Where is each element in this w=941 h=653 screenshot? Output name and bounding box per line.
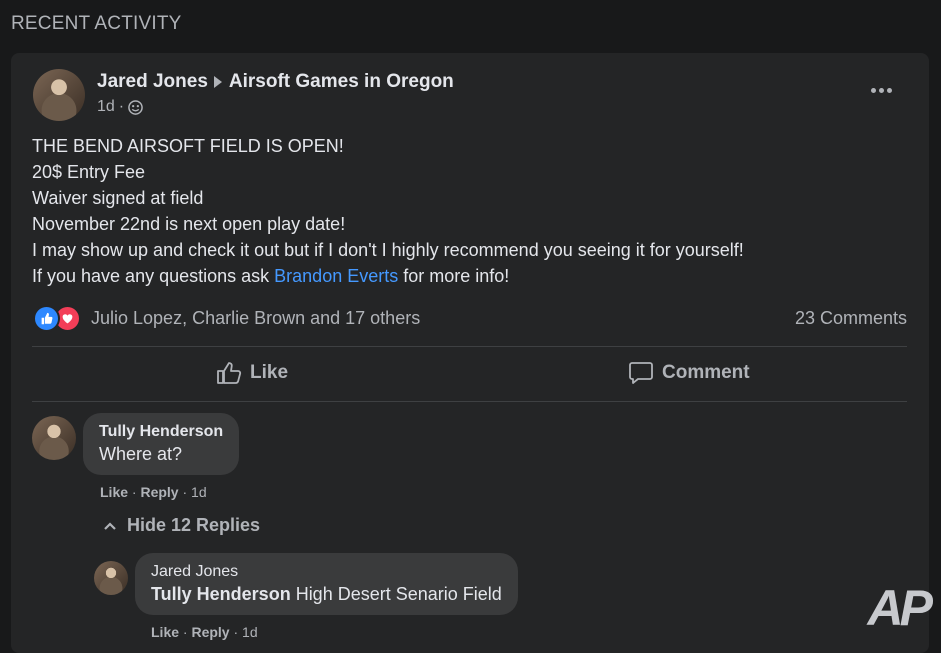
- comment-actions: Like · Reply · 1d: [100, 484, 207, 500]
- meta-separator: ·: [118, 98, 125, 115]
- reply-like-link[interactable]: Like: [151, 624, 179, 640]
- comments-count[interactable]: 23 Comments: [795, 308, 907, 329]
- reactions-names[interactable]: Julio Lopez, Charlie Brown and 17 others: [91, 308, 420, 329]
- mention-link[interactable]: Brandon Everts: [274, 266, 398, 286]
- more-options-icon[interactable]: [871, 85, 895, 95]
- post-line: I may show up and check it out but if I …: [32, 240, 744, 260]
- post-card: Jared Jones Airsoft Games in Oregon 1d · …: [11, 53, 929, 653]
- reply-time[interactable]: 1d: [242, 624, 258, 640]
- replier-avatar[interactable]: [94, 561, 128, 595]
- comment-icon: [629, 362, 653, 384]
- section-title: RECENT ACTIVITY: [11, 13, 182, 34]
- post-line-prefix: If you have any questions ask: [32, 266, 275, 286]
- post-header: Jared Jones Airsoft Games in Oregon: [97, 71, 454, 93]
- comment-like-link[interactable]: Like: [100, 484, 128, 500]
- reply-text: Tully Henderson High Desert Senario Fiel…: [151, 584, 502, 605]
- hide-replies-toggle[interactable]: Hide 12 Replies: [103, 515, 260, 536]
- watermark-logo: AP: [867, 580, 933, 636]
- author-avatar[interactable]: [33, 69, 85, 121]
- post-line: THE BEND AIRSOFT FIELD IS OPEN!: [32, 136, 344, 156]
- comment-text: Where at?: [99, 444, 183, 464]
- chevron-up-icon: [104, 521, 116, 530]
- divider: [32, 346, 907, 347]
- post-line: Waiver signed at field: [32, 188, 204, 208]
- thumbs-up-icon: [217, 362, 242, 384]
- globe-icon: [128, 99, 143, 115]
- divider: [32, 401, 907, 402]
- comment-bubble: Tully Henderson Where at?: [83, 413, 240, 475]
- like-label: Like: [250, 362, 289, 383]
- reply-bubble: Jared Jones Tully Henderson High Desert …: [135, 553, 518, 615]
- author-name[interactable]: Jared Jones: [97, 71, 208, 92]
- arrow-right-icon: [213, 75, 222, 88]
- like-button[interactable]: Like: [216, 361, 288, 385]
- post-line-last: If you have any questions ask Brandon Ev…: [32, 263, 744, 289]
- post-meta: 1d ·: [97, 98, 143, 116]
- reply-actions: Like · Reply · 1d: [151, 624, 258, 640]
- post-time[interactable]: 1d: [97, 98, 115, 116]
- hide-replies-label: Hide 12 Replies: [127, 515, 261, 535]
- comment-reply-link[interactable]: Reply: [140, 484, 178, 500]
- reply-body: High Desert Senario Field: [290, 584, 502, 604]
- post-body: THE BEND AIRSOFT FIELD IS OPEN! 20$ Entr…: [32, 133, 744, 289]
- post-line: November 22nd is next open play date!: [32, 214, 346, 234]
- reply-mention[interactable]: Tully Henderson: [151, 584, 291, 604]
- like-reaction-icon: [33, 305, 60, 332]
- replier-name[interactable]: Jared Jones: [151, 563, 502, 581]
- group-name[interactable]: Airsoft Games in Oregon: [229, 71, 454, 92]
- commenter-avatar[interactable]: [32, 416, 76, 460]
- reactions-summary[interactable]: Julio Lopez, Charlie Brown and 17 others: [33, 305, 420, 332]
- post-line: 20$ Entry Fee: [32, 162, 146, 182]
- post-line-suffix: for more info!: [398, 266, 510, 286]
- comment-label: Comment: [662, 362, 750, 383]
- reply-reply-link[interactable]: Reply: [191, 624, 229, 640]
- commenter-name[interactable]: Tully Henderson: [99, 423, 223, 441]
- comment-button[interactable]: Comment: [628, 361, 750, 385]
- comment-time[interactable]: 1d: [191, 484, 207, 500]
